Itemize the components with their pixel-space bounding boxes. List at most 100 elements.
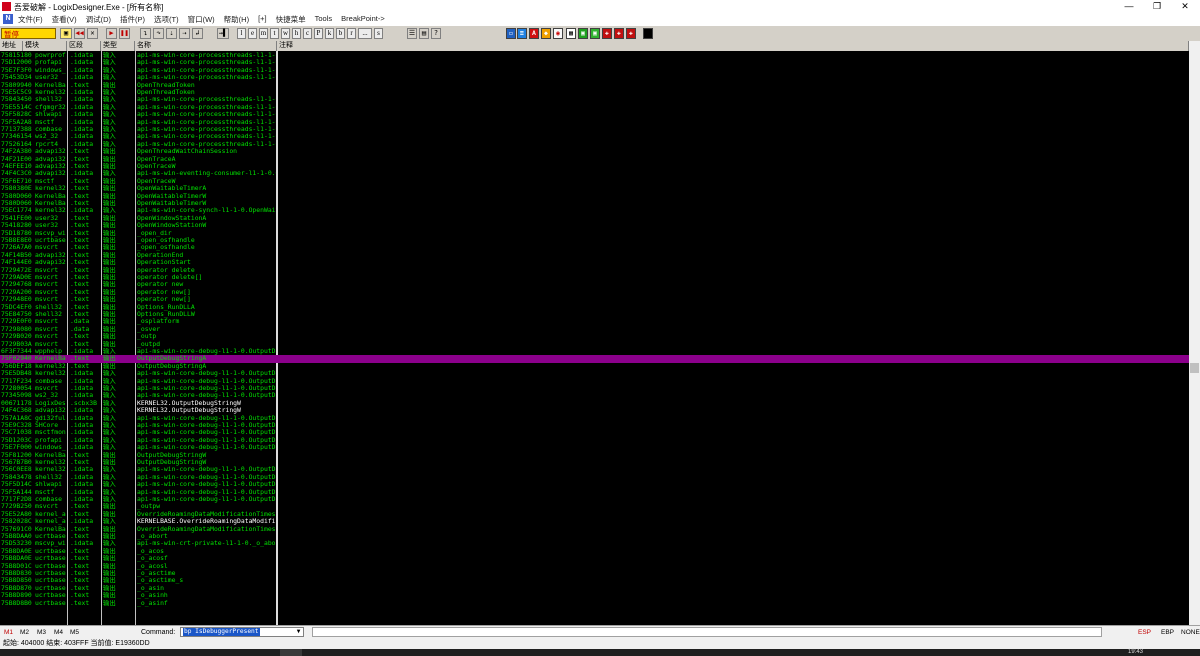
list-icon[interactable]: ☰ — [407, 28, 417, 39]
table-row[interactable]: 75B8D01C ucrtbase .text 输出 _o_acosl — [0, 563, 1189, 570]
memory-tab-m2[interactable]: M2 — [20, 629, 29, 636]
table-row[interactable]: 7729A200 msvcrt .text 输出 operator new[] — [0, 289, 1189, 296]
table-row[interactable]: 74F144E0 advapi32 .text 输出 OperationStart — [0, 259, 1189, 266]
col-comment[interactable]: 注释 — [277, 41, 1189, 51]
plugin-icon-3[interactable]: ◆ — [541, 28, 551, 39]
taskbar-item[interactable] — [280, 649, 302, 656]
window-button-1[interactable]: e — [248, 28, 257, 39]
table-row[interactable]: 7729472E msvcrt .text 输出 operator delete — [0, 267, 1189, 274]
table-row[interactable]: 75E52A80 kernel_a .text 输出 OverrideRoamingDa… — [0, 511, 1189, 518]
ebp-button[interactable]: EBP — [1161, 629, 1174, 636]
menu-item[interactable]: 快捷菜单 — [276, 14, 306, 25]
table-row[interactable]: 7580D060 KernelBa .text 输出 OpenWaitableTimer… — [0, 193, 1189, 200]
table-row[interactable]: 75F6E710 msctf .text 输出 OpenTraceW — [0, 178, 1189, 185]
command-input[interactable]: bp IsDebuggerPresent ▼ — [180, 627, 304, 637]
table-row[interactable]: 75C71038 msctfmon .idata 输入 api-ms-win-core-… — [0, 429, 1189, 436]
window-button-5[interactable]: h — [292, 28, 301, 39]
window-button-7[interactable]: P — [314, 28, 323, 39]
none-button[interactable]: NONE — [1181, 629, 1200, 636]
window-button-11[interactable]: ... — [358, 28, 372, 39]
table-row[interactable]: 77345098 ws2_32 .idata 输入 api-ms-win-core-de… — [0, 392, 1189, 399]
col-type[interactable]: 类型 — [101, 41, 135, 51]
table-row[interactable]: 75B8D830 ucrtbase .text 输出 _o_asctime — [0, 570, 1189, 577]
table-row[interactable]: 74F21E00 advapi32 .text 输出 OpenTraceA — [0, 156, 1189, 163]
plugin-icon-11[interactable] — [643, 28, 653, 39]
table-row[interactable]: 77526164 rpcrt4 .idata 输入 api-ms-win-core-pr… — [0, 141, 1189, 148]
col-name[interactable]: 名称 — [135, 41, 277, 51]
memory-tab-m3[interactable]: M3 — [37, 629, 46, 636]
window-button-0[interactable]: l — [237, 28, 246, 39]
plugin-icon-9[interactable]: ✚ — [614, 28, 624, 39]
table-row[interactable]: 75F81200 KernelBa .text 输出 OutputDebugString… — [0, 452, 1189, 459]
window-button-4[interactable]: w — [281, 28, 290, 39]
table-row[interactable]: 74F2A380 advapi32 .text 输出 OpenThreadWaitCha… — [0, 148, 1189, 155]
table-row[interactable]: 757691C0 KernelBa .text 输出 OverrideRoamingDa… — [0, 526, 1189, 533]
table-row[interactable]: 7729B03A msvcrt .text 输出 _outpd — [0, 341, 1189, 348]
chevron-down-icon[interactable]: ▼ — [294, 628, 303, 636]
table-row[interactable]: 756DEF18 kernel32 .text 输出 OutputDebugString… — [0, 363, 1189, 370]
table-row[interactable]: 772948E0 msvcrt .text 输出 operator new[] — [0, 296, 1189, 303]
window-button-3[interactable]: t — [270, 28, 279, 39]
table-row[interactable]: 75D1203C profapi .idata 输入 api-ms-win-core-d… — [0, 437, 1189, 444]
table-row[interactable]: 7717F234 combase .idata 输入 api-ms-win-core-d… — [0, 378, 1189, 385]
table-row[interactable]: 74F4C3C0 advapi32 .idata 输入 api-ms-win-event… — [0, 170, 1189, 177]
col-address[interactable]: 地址 — [0, 41, 23, 51]
table-row[interactable]: 77294768 msvcrt .text 输出 operator new — [0, 281, 1189, 288]
restart-icon[interactable]: ◀◀ — [74, 28, 85, 39]
pause-icon[interactable]: ❚❚ — [119, 28, 130, 39]
window-button-10[interactable]: r — [347, 28, 356, 39]
memory-tab-m4[interactable]: M4 — [54, 629, 63, 636]
scrollbar-thumb[interactable] — [1190, 363, 1199, 373]
menu-item[interactable]: 窗口(W) — [188, 14, 215, 25]
table-row[interactable]: 75843478 shell32 .idata 输入 api-ms-win-core-d… — [0, 474, 1189, 481]
memory-tab-m5[interactable]: M5 — [70, 629, 79, 636]
table-row[interactable]: 7729E0F0 msvcrt .data 输出 _osplatform — [0, 318, 1189, 325]
table-row[interactable]: 757A1A8C gdi32ful .idata 输入 api-ms-win-core-… — [0, 415, 1189, 422]
memory-tab-m1[interactable]: M1 — [4, 629, 13, 636]
table-row[interactable]: 75B8DAA0 ucrtbase .text 输出 _o_abort — [0, 533, 1189, 540]
maximize-button[interactable]: ❐ — [1143, 0, 1171, 13]
table-row[interactable]: 75B8D870 ucrtbase .text 输出 _o_asin — [0, 585, 1189, 592]
table-row[interactable]: 75F5828C shlwapi .idata 输入 api-ms-win-core-p… — [0, 111, 1189, 118]
table-row[interactable]: 6F3F7344 wpphelp .idata 输入 api-ms-win-core-d… — [0, 348, 1189, 355]
step-into-icon[interactable]: ↴ — [140, 28, 151, 39]
plugin-icon-7[interactable]: ▣ — [590, 28, 600, 39]
execute-till-return-icon[interactable]: ↲ — [192, 28, 203, 39]
open-icon[interactable]: ▣ — [60, 28, 72, 39]
plugin-icon-5[interactable]: ▦ — [566, 28, 576, 39]
table-row[interactable]: 7729B020 msvcrt .text 输出 _outp — [0, 333, 1189, 340]
plugin-icon-2[interactable]: ≡ — [517, 28, 527, 39]
table-row[interactable]: 75B8D850 ucrtbase .text 输出 _o_asctime_s — [0, 577, 1189, 584]
table-row[interactable]: 75E84750 shell32 .text 输出 Options_RunDLLW — [0, 311, 1189, 318]
table-row[interactable]: 77137388 combase .idata 输入 api-ms-win-core-p… — [0, 126, 1189, 133]
table-row[interactable]: 75418280 user32 .text 输出 OpenWindowStationW — [0, 222, 1189, 229]
plugin-icon-1[interactable]: ▭ — [506, 28, 516, 39]
table-row[interactable]: 7580380E kernel32 .text 输出 OpenWaitableTimer… — [0, 185, 1189, 192]
table-row[interactable]: 756C0EE8 kernel32 .idata 输入 api-ms-win-core-… — [0, 466, 1189, 473]
vertical-scrollbar[interactable] — [1189, 41, 1200, 625]
table-row[interactable]: 7582028C kernel_a .idata 输入 KERNELBASE.Overr… — [0, 518, 1189, 525]
window-button-6[interactable]: c — [303, 28, 312, 39]
table-row[interactable]: 75E9C328 SHCore .idata 输入 api-ms-win-core-de… — [0, 422, 1189, 429]
menu-item[interactable]: 调试(D) — [86, 14, 111, 25]
table-row[interactable]: 77298080 msvcrt .data 输出 _osver — [0, 326, 1189, 333]
table-row[interactable]: 75E7F000 windows_ .idata 输入 api-ms-win-core-… — [0, 444, 1189, 451]
plugin-icon-8[interactable]: ✚ — [602, 28, 612, 39]
window-button-9[interactable]: b — [336, 28, 345, 39]
table-row[interactable]: 7541FE00 user32 .text 输出 OpenWindowStationA — [0, 215, 1189, 222]
window-button-2[interactable]: m — [259, 28, 268, 39]
window-button-12[interactable]: s — [374, 28, 383, 39]
plugin-icon-6[interactable]: ▣ — [578, 28, 588, 39]
menu-item[interactable]: 插件(P) — [120, 14, 145, 25]
table-row[interactable]: 75E7F3F0 windows_ .idata 输入 api-ms-win-core-… — [0, 67, 1189, 74]
table-row[interactable]: 75E5DB48 kernel32 .idata 输入 api-ms-win-core-… — [0, 370, 1189, 377]
table-row[interactable]: 75B8E8E0 ucrtbase .text 输出 _open_osfhandle — [0, 237, 1189, 244]
table-row[interactable]: 7729B250 msvcrt .text 输出 _outpw — [0, 503, 1189, 510]
run-icon[interactable]: ▶ — [106, 28, 117, 39]
menu-item[interactable]: [+] — [258, 14, 267, 25]
menu-item[interactable]: 查看(V) — [52, 14, 77, 25]
table-row[interactable]: 77280054 msvcrt .idata 输入 api-ms-win-core-de… — [0, 385, 1189, 392]
table-row[interactable]: 7567B7B0 kernel32 .text 输出 OutputDebugString… — [0, 459, 1189, 466]
menu-item[interactable]: Tools — [315, 14, 333, 25]
trace-over-icon[interactable]: ⇢ — [179, 28, 190, 39]
